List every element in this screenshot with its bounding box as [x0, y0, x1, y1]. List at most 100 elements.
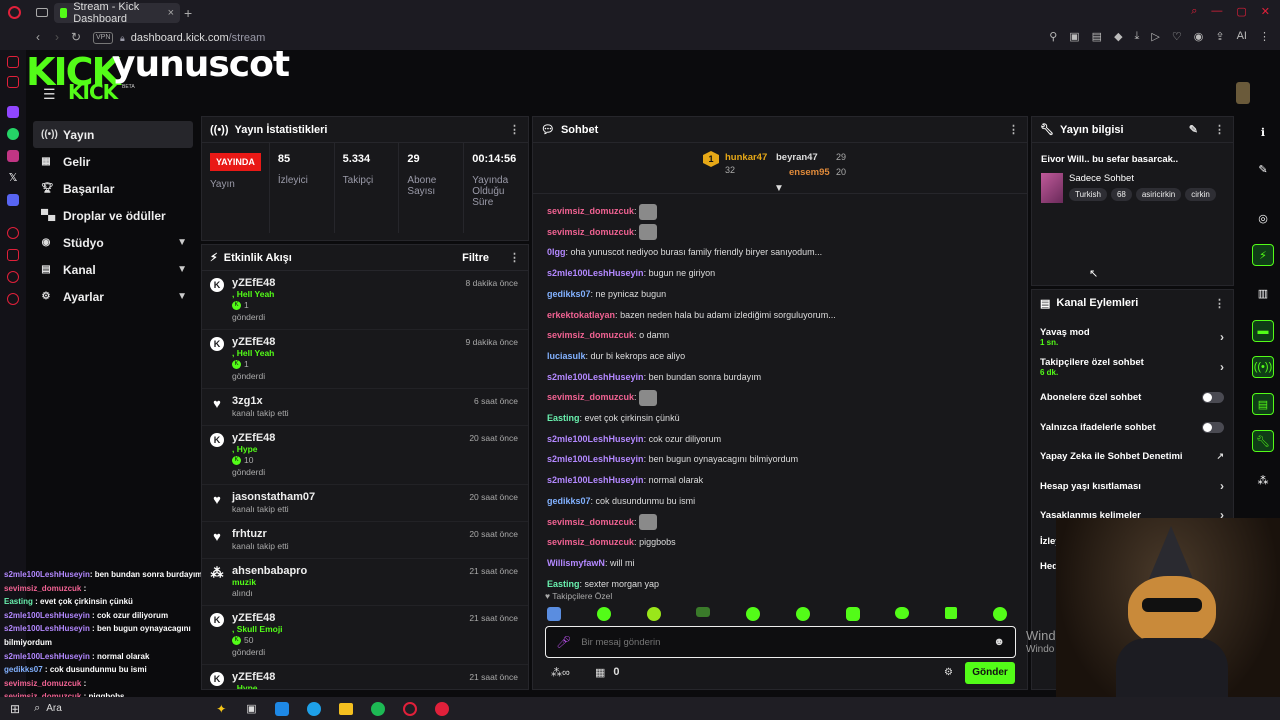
chat-message[interactable]: gedikks07: ne pynicaz bugun — [547, 284, 1017, 305]
more-options-icon[interactable]: ⋮ — [1214, 297, 1225, 310]
hamburger-menu-icon[interactable]: ☰ — [43, 86, 56, 103]
nav-item-droplar[interactable]: ▀▄ Droplar ve ödüller — [33, 202, 193, 229]
chat-message[interactable]: Easting: sexter morgan yap — [547, 574, 1017, 595]
opera-taskbar-icon[interactable] — [402, 701, 417, 716]
chat-settings-icon[interactable]: ⚙ — [944, 667, 953, 678]
back-button[interactable]: ‹ — [36, 30, 40, 44]
chat-username[interactable]: s2mle100LeshHuseyin — [547, 434, 644, 444]
opera-logo-icon[interactable] — [8, 6, 21, 19]
edit-icon[interactable]: ✎ — [1252, 158, 1274, 180]
chat-message[interactable]: gedikks07: cok dusundunmu bu ismi — [547, 491, 1017, 512]
new-tab-button[interactable]: + — [184, 5, 192, 21]
emote-icon[interactable] — [696, 607, 711, 617]
maximize-button[interactable]: ▢ — [1236, 5, 1246, 18]
pin-icon[interactable]: ⚲ — [1049, 30, 1057, 43]
whatsapp-icon[interactable] — [7, 128, 19, 140]
send-button[interactable]: Gönder — [965, 662, 1015, 684]
emote-icon[interactable] — [945, 607, 958, 619]
edge-icon[interactable] — [306, 701, 321, 716]
activity-item[interactable]: ♥ frhtuzr kanalı takip etti 20 saat önce — [202, 522, 528, 559]
chat-message[interactable]: sevimsiz_domuzcuk: — [547, 512, 1017, 533]
chat-message[interactable]: s2mle100LeshHuseyin: cok ozur diliyorum — [547, 429, 1017, 450]
emote-icon[interactable] — [746, 607, 761, 621]
nav-item-yayin[interactable]: ((•)) Yayın — [33, 121, 193, 148]
outlook-icon[interactable] — [274, 701, 289, 716]
file-explorer-icon[interactable] — [338, 702, 353, 715]
toggle-switch[interactable] — [1202, 391, 1224, 403]
chat-message[interactable]: sevimsiz_domuzcuk: — [547, 222, 1017, 243]
emote-icon[interactable] — [895, 607, 910, 619]
shield-icon[interactable]: ◆ — [1114, 30, 1122, 43]
chat-message[interactable]: s2mle100LeshHuseyin: ben bugun oynayacag… — [547, 449, 1017, 470]
extension-icon[interactable]: ▤ — [1092, 30, 1102, 43]
chat-username[interactable]: WillismyfawN — [547, 558, 605, 568]
more-options-icon[interactable]: ⋮ — [509, 251, 520, 264]
chat-message[interactable]: s2mle100LeshHuseyin: bugun ne giriyon — [547, 263, 1017, 284]
channel-action-item[interactable]: Yapay Zeka ile Sohbet Denetimi ↗ — [1032, 443, 1232, 469]
chat-username[interactable]: sevimsiz_domuzcuk — [547, 330, 634, 340]
chat-username[interactable]: erkektokatlayan — [547, 310, 615, 320]
leader-name[interactable]: hunkar47 — [725, 152, 767, 163]
info-icon[interactable]: ℹ — [1252, 121, 1274, 143]
chat-message[interactable]: 0lgg: oha yunuscot nediyoo burası family… — [547, 242, 1017, 263]
camera-icon[interactable]: ◎ — [1252, 207, 1274, 229]
chat-message[interactable]: sevimsiz_domuzcuk: — [547, 387, 1017, 408]
chat-username[interactable]: Easting — [547, 579, 580, 589]
downloads-icon[interactable] — [7, 271, 19, 283]
activity-item[interactable]: ♥ jasonstatham07 kanalı takip etti 20 saat … — [202, 485, 528, 522]
nav-item-basarilar[interactable]: 🏆︎ Başarılar — [33, 175, 193, 202]
nav-item-kanal[interactable]: ▤ Kanal ▼ — [33, 256, 193, 283]
activity-item[interactable]: KyZEfE48, Hype K 10 gönderdi 20 saat önce — [202, 426, 528, 485]
ai-button[interactable]: AI — [1237, 30, 1247, 43]
play-icon[interactable]: ▷ — [1151, 30, 1159, 43]
channel-action-item[interactable]: Yavaş mod 1 sn. › — [1032, 324, 1232, 350]
reload-button[interactable]: ↻ — [71, 30, 81, 44]
toggle-switch[interactable] — [1202, 421, 1224, 433]
share-icon[interactable]: ⇪ — [1215, 30, 1224, 43]
twitch-icon[interactable] — [7, 106, 19, 118]
instagram-icon[interactable] — [7, 150, 19, 162]
more-options-icon[interactable]: ⋮ — [1214, 123, 1225, 136]
chat-message[interactable]: erkektokatlayan: bazen neden hala bu ada… — [547, 305, 1017, 326]
nav-item-ayarlar[interactable]: ⚙ Ayarlar ▼ — [33, 283, 193, 310]
account-icon[interactable]: ◉ — [1194, 30, 1204, 43]
chat-message[interactable]: sevimsiz_domuzcuk: — [547, 201, 1017, 222]
chat-username[interactable]: sevimsiz_domuzcuk — [547, 517, 634, 527]
more-options-icon[interactable]: ⋮ — [1008, 123, 1019, 136]
filter-button[interactable]: Filtre — [462, 252, 489, 264]
emote-icon[interactable] — [845, 607, 860, 621]
search-tabs-icon[interactable]: ⌕ — [1191, 5, 1197, 18]
close-button[interactable]: ✕ — [1261, 5, 1270, 18]
task-view-icon[interactable]: ▣ — [246, 702, 256, 715]
emote-icon[interactable] — [596, 607, 611, 621]
more-options-icon[interactable]: ⋮ — [509, 123, 520, 136]
activity-item[interactable]: ♥ 3zg1x kanalı takip etti 6 saat önce — [202, 389, 528, 426]
chat-username[interactable]: sevimsiz_domuzcuk — [547, 537, 634, 547]
tab-close-icon[interactable]: × — [168, 7, 174, 19]
leader-name[interactable]: beyran47 — [776, 152, 818, 163]
chat-username[interactable]: s2mle100LeshHuseyin — [547, 475, 644, 485]
chat-username[interactable]: 0lgg — [547, 247, 566, 257]
emote-icon[interactable] — [547, 607, 561, 621]
vpn-badge[interactable]: VPN — [93, 32, 114, 44]
activity-item[interactable]: KyZEfE48, Hype 21 saat önce — [202, 665, 528, 689]
nav-item-studyo[interactable]: ◉ Stüdyo ▼ — [33, 229, 193, 256]
bookmarks-icon[interactable] — [7, 249, 19, 261]
sidebar-app-icon[interactable] — [7, 56, 19, 68]
app-taskbar-icon[interactable] — [434, 701, 449, 716]
heart-icon[interactable]: ♡ — [1172, 30, 1182, 43]
menu-icon[interactable]: ⋮ — [1259, 30, 1270, 43]
chat-message[interactable]: s2mle100LeshHuseyin: normal olarak — [547, 470, 1017, 491]
download-icon[interactable]: ⤓ — [1135, 30, 1140, 43]
chat-message[interactable]: luciasulk: dur bi kekrops ace aliyo — [547, 346, 1017, 367]
chat-username[interactable]: sevimsiz_domuzcuk — [547, 227, 634, 237]
bolt-icon[interactable]: ⚡︎ — [1252, 244, 1274, 266]
chat-username[interactable]: s2mle100LeshHuseyin — [547, 454, 644, 464]
chat-message[interactable]: s2mle100LeshHuseyin: ben bundan sonra bu… — [547, 367, 1017, 388]
category-name[interactable]: Sadece Sohbet — [1069, 173, 1134, 184]
kick-logo[interactable]: KICK yunuscot KICK BETA — [26, 44, 366, 104]
forward-button[interactable]: › — [55, 30, 59, 44]
chat-input-box[interactable]: 🎤︎ ☻ — [545, 626, 1016, 658]
chat-message[interactable]: sevimsiz_domuzcuk: piggbobs — [547, 532, 1017, 553]
user-avatar[interactable] — [1236, 82, 1250, 104]
